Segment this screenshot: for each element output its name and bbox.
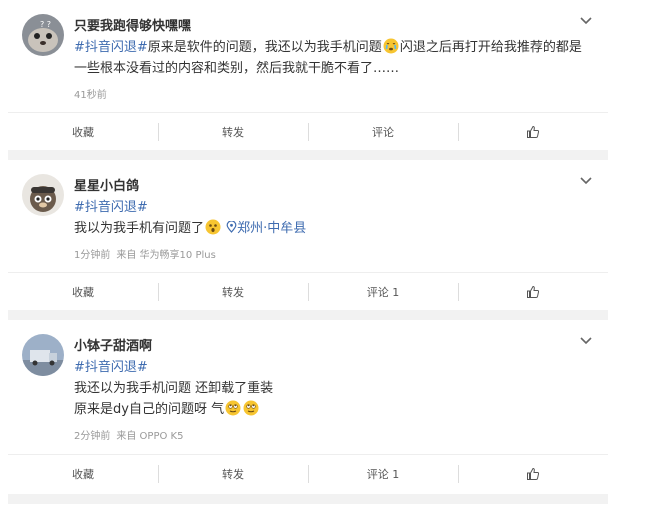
device-source: 来自 华为畅享10 Plus: [116, 250, 216, 261]
comment-label: 评论: [372, 125, 394, 139]
favorite-button[interactable]: 收藏: [8, 273, 158, 310]
post-text: #抖音闪退#原来是软件的问题，我还以为我手机问题 闪退之后再打开给我推荐的都是一些…: [74, 37, 582, 79]
surprised-emoji-icon: [205, 219, 221, 235]
comment-label: 评论 1: [366, 285, 400, 299]
repost-button[interactable]: 转发: [158, 273, 308, 310]
action-bar: 收藏 转发 评论: [8, 112, 608, 150]
chevron-down-icon[interactable]: [578, 172, 594, 188]
like-button[interactable]: [458, 273, 608, 310]
divider: [8, 494, 608, 504]
divider: [8, 310, 608, 320]
action-bar: 收藏 转发 评论 1: [8, 272, 608, 310]
avatar[interactable]: [22, 334, 64, 376]
post-text-line: 原来是dy自己的问题呀 气: [74, 402, 225, 417]
eye-roll-emoji-icon: [243, 400, 259, 416]
timestamp: 1分钟前: [74, 250, 111, 261]
hashtag-link[interactable]: #抖音闪退#: [74, 360, 148, 375]
hashtag-link[interactable]: #抖音闪退#: [74, 40, 148, 55]
repost-button[interactable]: 转发: [158, 455, 308, 492]
thumbs-up-icon: [527, 467, 540, 480]
chevron-down-icon[interactable]: [578, 12, 594, 28]
avatar[interactable]: [22, 174, 64, 216]
post-text: #抖音闪退# 我以为我手机有问题了 郑州·中牟县: [74, 197, 582, 239]
timestamp: 2分钟前: [74, 431, 111, 442]
post-text-line: 我以为我手机有问题了: [74, 221, 205, 236]
thumbs-up-icon: [527, 125, 540, 138]
post-text-line: 我还以为我手机问题 还卸载了重装: [74, 381, 274, 396]
divider: [8, 150, 608, 160]
hashtag-link[interactable]: #抖音闪退#: [74, 200, 148, 215]
favorite-label: 收藏: [72, 467, 94, 481]
favorite-label: 收藏: [72, 125, 94, 139]
comment-button[interactable]: 评论: [308, 113, 458, 150]
post-text-part: 原来是软件的问题，我还以为我手机问题: [147, 40, 382, 55]
favorite-button[interactable]: 收藏: [8, 113, 158, 150]
post-meta: 1分钟前 来自 华为畅享10 Plus: [74, 246, 222, 261]
repost-label: 转发: [222, 467, 244, 481]
username[interactable]: 小钵子甜酒啊: [74, 335, 152, 354]
favorite-label: 收藏: [72, 285, 94, 299]
favorite-button[interactable]: 收藏: [8, 455, 158, 492]
weibo-comment-feed: ? ? 只要我跑得够快嘿嘿 #抖音闪退#原来是软件的问题，我还以为我手机问题 闪退…: [0, 0, 608, 514]
repost-label: 转发: [222, 125, 244, 139]
comment-button[interactable]: 评论 1: [308, 273, 458, 310]
post-text: #抖音闪退# 我还以为我手机问题 还卸载了重装 原来是dy自己的问题呀 气: [74, 357, 582, 420]
repost-button[interactable]: 转发: [158, 113, 308, 150]
eye-roll-emoji-icon: [225, 400, 241, 416]
timestamp: 41秒前: [74, 90, 107, 101]
post-card: 星星小白鸽 #抖音闪退# 我以为我手机有问题了 郑州·中牟县 1分钟前 来自 华为…: [8, 160, 608, 310]
username[interactable]: 只要我跑得够快嘿嘿: [74, 15, 191, 34]
repost-label: 转发: [222, 285, 244, 299]
comment-label: 评论 1: [366, 467, 400, 481]
like-button[interactable]: [458, 455, 608, 492]
svg-text:? ?: ? ?: [40, 20, 51, 29]
post-card: 小钵子甜酒啊 #抖音闪退# 我还以为我手机问题 还卸载了重装 原来是dy自己的问…: [8, 320, 608, 494]
like-button[interactable]: [458, 113, 608, 150]
location-pin-icon: [226, 220, 237, 233]
avatar[interactable]: ? ?: [22, 14, 64, 56]
device-source: 来自 OPPO K5: [116, 431, 184, 442]
username[interactable]: 星星小白鸽: [74, 175, 139, 194]
thumbs-up-icon: [527, 285, 540, 298]
location-link[interactable]: 郑州·中牟县: [226, 220, 307, 236]
comment-button[interactable]: 评论 1: [308, 455, 458, 492]
crying-emoji-icon: [383, 38, 399, 54]
post-meta: 2分钟前 来自 OPPO K5: [74, 427, 189, 442]
post-meta: 41秒前: [74, 86, 113, 101]
post-card: ? ? 只要我跑得够快嘿嘿 #抖音闪退#原来是软件的问题，我还以为我手机问题 闪退…: [8, 0, 608, 150]
chevron-down-icon[interactable]: [578, 332, 594, 348]
location-label: 郑州·中牟县: [237, 221, 307, 236]
action-bar: 收藏 转发 评论 1: [8, 454, 608, 492]
